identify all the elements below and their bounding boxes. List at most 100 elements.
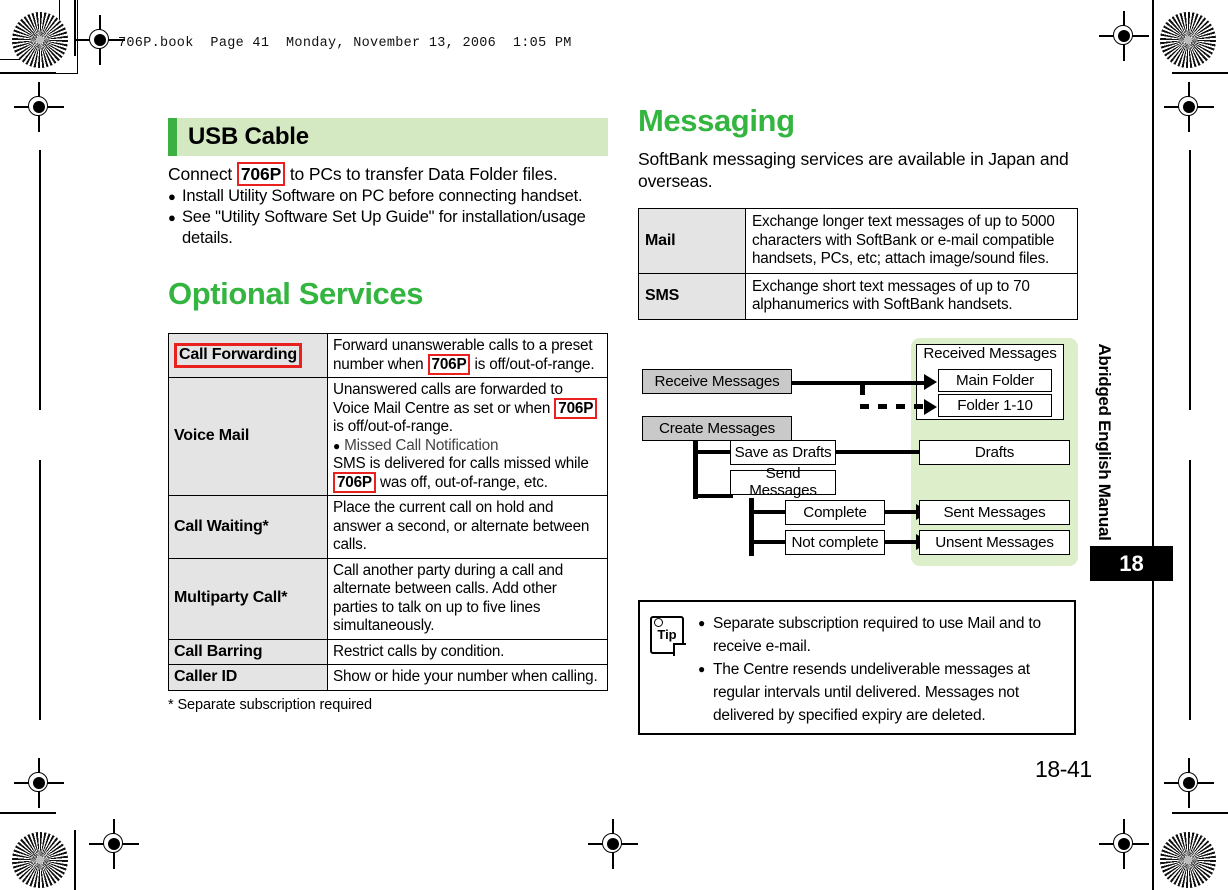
node-folder-1-10[interactable]: Folder 1-10 bbox=[938, 393, 1052, 417]
row-desc-cell: Exchange short text messages of up to 70… bbox=[745, 272, 1078, 320]
crop-line-right-top bbox=[1152, 0, 1154, 56]
crop-line-bottom-right-h bbox=[1172, 812, 1228, 814]
print-star-target-bottom-right bbox=[1160, 832, 1216, 888]
bullet-dot-icon: ● bbox=[168, 189, 176, 204]
bullet-dot-icon: ● bbox=[698, 662, 706, 676]
model-token-usb: 706P bbox=[236, 162, 286, 186]
crop-line-right-mid2 bbox=[1189, 460, 1191, 720]
table-row: Caller ID Show or hide your number when … bbox=[168, 664, 608, 691]
desc-part-2: is off/out-of-range. bbox=[470, 355, 595, 373]
list-item: ● See "Utility Software Set Up Guide" fo… bbox=[168, 207, 608, 249]
manual-page: 706P.book Page 41 Monday, November 13, 2… bbox=[0, 0, 1228, 890]
row-label-caller-id: Caller ID bbox=[168, 664, 328, 691]
desc-tail-part-1: SMS is delivered for calls missed while bbox=[333, 455, 589, 472]
registration-mark-bottom-center bbox=[588, 819, 638, 869]
row-desc-cell: Call another party during a call and alt… bbox=[327, 557, 608, 640]
table-row: Multiparty Call* Call another party duri… bbox=[168, 557, 608, 640]
table-row: Call Barring Restrict calls by condition… bbox=[168, 638, 608, 665]
row-label-call-barring: Call Barring bbox=[168, 638, 328, 665]
node-sent-messages[interactable]: Sent Messages bbox=[919, 499, 1070, 525]
row-label-mail: Mail bbox=[638, 208, 746, 274]
registration-mark-right-middle bbox=[1164, 82, 1214, 132]
row-label-voice-mail: Voice Mail bbox=[168, 377, 328, 496]
connector-receive-to-main bbox=[790, 380, 928, 385]
messaging-intro: SoftBank messaging services are availabl… bbox=[638, 149, 1069, 191]
print-file-header: 706P.book Page 41 Monday, November 13, 2… bbox=[118, 36, 572, 51]
tip-text: The Centre resends undeliverable message… bbox=[713, 661, 1030, 724]
model-token: 706P bbox=[554, 397, 598, 419]
arrow-to-main-folder bbox=[924, 373, 937, 390]
crop-line-bottom-left-h bbox=[0, 812, 56, 814]
usb-intro-post: to PCs to transfer Data Folder files. bbox=[285, 164, 558, 184]
tip-text: Separate subscription required to use Ma… bbox=[713, 615, 1041, 655]
arrow-to-folder-1-10 bbox=[924, 398, 937, 415]
tip-item-list: ● Separate subscription required to use … bbox=[698, 612, 1064, 727]
registration-mark-top-left bbox=[75, 15, 125, 65]
tip-curl-icon bbox=[654, 618, 663, 627]
usb-intro-pre: Connect bbox=[168, 164, 237, 184]
manual-title-side-tab: Abridged English Manual bbox=[1091, 343, 1117, 545]
crop-line-left-top bbox=[74, 0, 76, 56]
node-complete[interactable]: Complete bbox=[785, 499, 885, 525]
node-main-folder[interactable]: Main Folder bbox=[938, 368, 1052, 392]
row-desc-cell: Unanswered calls are forwarded to Voice … bbox=[327, 377, 608, 496]
optional-services-footnote: * Separate subscription required bbox=[168, 696, 372, 713]
registration-mark-right-lower bbox=[1164, 758, 1214, 808]
messaging-types-table: Mail Exchange longer text messages of up… bbox=[638, 208, 1078, 320]
banner-accent-bar bbox=[168, 118, 177, 156]
node-send-messages[interactable]: Send Messages bbox=[730, 465, 836, 499]
received-messages-group-title: Received Messages bbox=[923, 344, 1057, 362]
chapter-number-tab: 18 bbox=[1090, 546, 1173, 581]
table-row: Voice Mail Unanswered calls are forwarde… bbox=[168, 377, 608, 496]
crop-line-right-bottom bbox=[1152, 830, 1154, 890]
usb-cable-bullets: ● Install Utility Software on PC before … bbox=[168, 186, 608, 249]
node-save-as-drafts[interactable]: Save as Drafts bbox=[730, 439, 836, 465]
model-token: 706P bbox=[333, 471, 376, 493]
desc-part-2: is off/out-of-range. bbox=[333, 418, 453, 435]
row-label-call-waiting: Call Waiting* bbox=[168, 495, 328, 559]
optional-services-heading: Optional Services bbox=[168, 276, 424, 311]
row-label-cell: Call Forwarding bbox=[168, 333, 328, 378]
registration-mark-bottom-left bbox=[89, 819, 139, 869]
bullet-dot-icon: ● bbox=[168, 210, 176, 225]
usb-cable-section-banner: USB Cable bbox=[168, 118, 608, 156]
sub-bullet-dot-icon: ● bbox=[333, 438, 341, 453]
bullet-text: Install Utility Software on PC before co… bbox=[182, 187, 583, 205]
table-row: SMS Exchange short text messages of up t… bbox=[638, 272, 1078, 320]
print-star-target-top-right bbox=[1160, 12, 1216, 68]
row-desc-cell: Show or hide your number when calling. bbox=[327, 664, 608, 691]
node-receive-messages[interactable]: Receive Messages bbox=[642, 368, 792, 394]
row-label-call-forwarding: Call Forwarding bbox=[174, 343, 302, 368]
node-drafts[interactable]: Drafts bbox=[919, 439, 1070, 465]
list-item: ● Install Utility Software on PC before … bbox=[168, 186, 608, 207]
crop-line-right-mid bbox=[1189, 150, 1191, 410]
row-desc-cell: Restrict calls by condition. bbox=[327, 638, 608, 665]
page-number: 18-41 bbox=[1035, 756, 1092, 782]
print-star-target-bottom-left bbox=[12, 832, 68, 888]
tip-note-icon: Tip bbox=[650, 616, 686, 656]
registration-mark-left-lower bbox=[14, 758, 64, 808]
table-row: Mail Exchange longer text messages of up… bbox=[638, 208, 1078, 274]
bullet-dot-icon: ● bbox=[698, 616, 706, 630]
usb-cable-intro: Connect 706P to PCs to transfer Data Fol… bbox=[168, 162, 608, 186]
desc-tail-part-2: was off, out-of-range, etc. bbox=[375, 473, 548, 491]
crop-line-left-mid2 bbox=[39, 460, 41, 720]
list-item: ● Separate subscription required to use … bbox=[698, 612, 1064, 658]
crop-line-top-left-h bbox=[0, 72, 56, 74]
manual-title-vertical-text: Abridged English Manual bbox=[1095, 343, 1114, 541]
connector-send-vertical bbox=[749, 497, 754, 556]
node-unsent-messages[interactable]: Unsent Messages bbox=[919, 529, 1070, 555]
node-create-messages[interactable]: Create Messages bbox=[642, 415, 792, 441]
tip-callout-box: Tip ● Separate subscription required to … bbox=[638, 600, 1076, 735]
connector-create-to-send bbox=[693, 493, 733, 498]
table-row: Call Forwarding Forward unanswerable cal… bbox=[168, 333, 608, 378]
node-not-complete[interactable]: Not complete bbox=[785, 529, 885, 555]
left-column: USB Cable Connect 706P to PCs to transfe… bbox=[168, 118, 608, 713]
optional-services-table: Call Forwarding Forward unanswerable cal… bbox=[168, 333, 608, 691]
right-column: Messaging SoftBank messaging services ar… bbox=[638, 104, 1078, 566]
row-desc-cell: Forward unanswerable calls to a preset n… bbox=[327, 333, 608, 378]
row-desc-cell: Place the current call on hold and answe… bbox=[327, 495, 608, 559]
crop-line-left-bottom bbox=[74, 830, 76, 890]
connector-dotted-vertical bbox=[860, 380, 865, 395]
crop-line-top-right-h bbox=[1172, 72, 1228, 74]
